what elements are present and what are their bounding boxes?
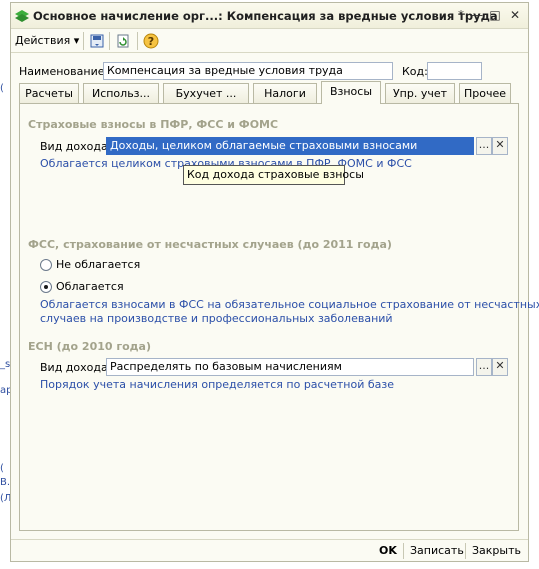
refresh-icon[interactable]: [115, 33, 131, 49]
code-label: Код:: [402, 65, 428, 78]
ok-button[interactable]: OK: [379, 544, 397, 557]
section-title-esn: ЕСН (до 2010 года): [28, 340, 152, 353]
income-type-field[interactable]: Доходы, целиком облагаемые страховыми вз…: [106, 137, 474, 155]
esn-income-type-field[interactable]: Распределять по базовым начислениям: [106, 358, 474, 376]
fss-hint-line2: случаев на производстве и профессиональн…: [40, 312, 393, 325]
tab-contributions[interactable]: Взносы: [321, 81, 381, 104]
toolbar-separator: [83, 32, 84, 50]
tab-other[interactable]: Прочее: [459, 83, 511, 103]
edge-fragment: (: [0, 83, 4, 94]
close-window-button[interactable]: ✕: [507, 7, 523, 23]
toolbar-separator: [137, 32, 138, 50]
footer-bar: OK Записать Закрыть: [11, 539, 528, 561]
footer-separator: [465, 543, 466, 559]
radio-taxed[interactable]: [40, 281, 52, 293]
actions-menu-button[interactable]: Действия ▾: [15, 34, 79, 47]
svg-text:?: ?: [148, 35, 154, 48]
toolbar-separator: [109, 32, 110, 50]
title-bar[interactable]: Основное начисление орг...: Компенсация …: [11, 3, 528, 29]
background-window-edge: _s ap B. ( (Л (: [0, 0, 12, 569]
footer-separator: [403, 543, 404, 559]
save-and-close-icon[interactable]: [89, 33, 105, 49]
code-field[interactable]: [427, 62, 482, 80]
pin-icon[interactable]: *: [453, 7, 469, 23]
toolbar: Действия ▾ ?: [11, 29, 528, 53]
form-window: Основное начисление орг...: Компенсация …: [10, 2, 539, 562]
tab-usage[interactable]: Использ...: [83, 83, 159, 103]
section-title-insurance: Страховые взносы в ПФР, ФСС и ФОМС: [28, 118, 279, 131]
minimize-button[interactable]: —: [469, 7, 485, 23]
radio-not-taxed[interactable]: [40, 259, 52, 271]
tab-taxes[interactable]: Налоги: [253, 83, 317, 103]
tooltip: Код дохода страховые взносы: [183, 165, 364, 185]
section-title-fss: ФСС, страхование от несчастных случаев (…: [28, 238, 392, 251]
edge-fragment: B.: [0, 477, 11, 488]
radio-not-taxed-label[interactable]: Не облагается: [56, 258, 140, 271]
close-button[interactable]: Закрыть: [472, 544, 521, 557]
tab-calculations[interactable]: Расчеты: [19, 83, 79, 103]
edge-fragment: (: [0, 463, 4, 474]
clear-icon[interactable]: ✕: [492, 137, 508, 155]
name-label: Наименование:: [19, 65, 109, 78]
maximize-button[interactable]: □: [487, 7, 503, 23]
esn-income-type-label: Вид дохода:: [40, 361, 112, 374]
app-logo-icon: [15, 10, 29, 22]
select-button[interactable]: ...: [476, 137, 492, 155]
tab-accounting[interactable]: Бухучет ...: [163, 83, 249, 103]
edge-fragment: _s: [0, 359, 11, 370]
tab-management-accounting[interactable]: Упр. учет: [385, 83, 455, 103]
esn-hint: Порядок учета начисления определяется по…: [40, 378, 394, 391]
esn-clear-icon[interactable]: ✕: [492, 358, 508, 376]
radio-taxed-label[interactable]: Облагается: [56, 280, 124, 293]
window-title: Основное начисление орг...: Компенсация …: [33, 9, 498, 23]
name-field[interactable]: Компенсация за вредные условия труда: [103, 62, 393, 80]
help-icon[interactable]: ?: [143, 33, 159, 49]
esn-select-button[interactable]: ...: [476, 358, 492, 376]
income-type-label: Вид дохода:: [40, 140, 112, 153]
save-button[interactable]: Записать: [410, 544, 464, 557]
fss-hint-line1: Облагается взносами в ФСС на обязательно…: [40, 298, 539, 311]
